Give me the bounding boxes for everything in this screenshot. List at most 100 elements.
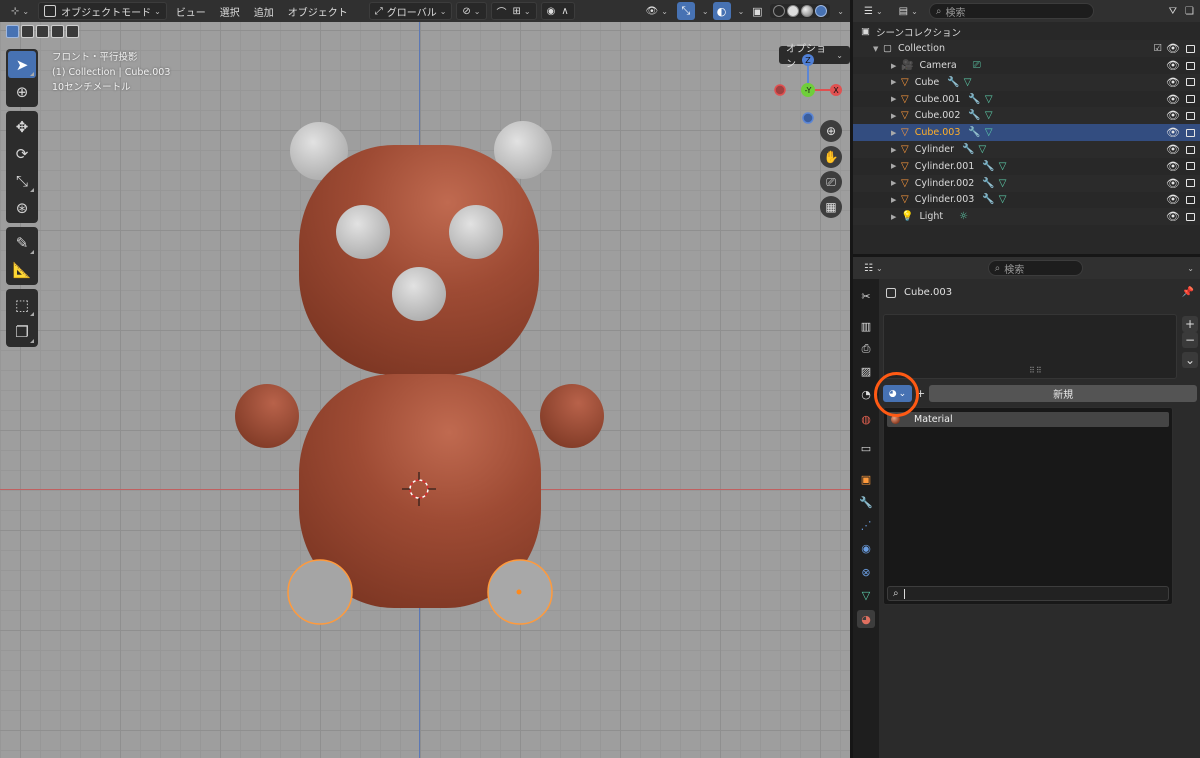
visibility-dropdown[interactable]: 👁 ⌄: [640, 2, 672, 20]
eye-icon[interactable]: 👁: [1166, 42, 1180, 55]
outliner-item[interactable]: ▶ ▽ Cube.003 🔧 ▽ 👁: [853, 124, 1200, 142]
wireframe-shading-icon[interactable]: [773, 5, 786, 17]
head[interactable]: [299, 145, 539, 375]
expand-icon[interactable]: ▶: [891, 112, 901, 120]
add-cube-tool[interactable]: ⬚: [8, 291, 36, 318]
outliner-item[interactable]: ▶ 💡 Light ☼ 👁: [853, 208, 1200, 226]
camera-view-button[interactable]: ⎚: [820, 171, 842, 193]
outliner-item[interactable]: ▶ ▽ Cube 🔧 ▽ 👁: [853, 73, 1200, 91]
display-mode-dropdown[interactable]: ▤ ⌄: [894, 2, 923, 20]
pivot-dropdown[interactable]: ⊘ ⌄: [456, 2, 487, 20]
tab-scene[interactable]: ◔: [857, 385, 875, 403]
render-camera-icon[interactable]: [1186, 195, 1195, 204]
mode-dropdown[interactable]: オブジェクトモード ⌄: [38, 2, 167, 20]
render-camera-icon[interactable]: [1186, 78, 1195, 87]
expand-icon[interactable]: ▶: [891, 196, 901, 204]
3d-viewport[interactable]: フロント・平行投影 (1) Collection | Cube.003 10セン…: [0, 22, 850, 758]
outliner-item[interactable]: ▶ ▽ Cylinder.001 🔧 ▽ 👁: [853, 158, 1200, 175]
xray-toggle[interactable]: ▣: [748, 2, 766, 20]
eye-icon[interactable]: 👁: [1166, 143, 1180, 156]
eye-icon[interactable]: 👁: [1166, 160, 1180, 173]
material-search-input[interactable]: ⌕: [887, 586, 1169, 601]
left-arm[interactable]: [235, 384, 299, 448]
expand-icon[interactable]: ▶: [891, 146, 901, 154]
tab-output[interactable]: ⎙: [857, 340, 875, 358]
tab-collection[interactable]: ▭: [857, 439, 875, 457]
mesh-data-icon[interactable]: ▽: [999, 194, 1007, 205]
cursor-tool[interactable]: ⊕: [8, 78, 36, 105]
tab-render[interactable]: ▥: [857, 317, 875, 335]
chevron-down-icon[interactable]: ⌄: [738, 7, 745, 16]
expand-icon[interactable]: ▶: [891, 179, 901, 187]
outliner-search-input[interactable]: ⌕ 検索: [928, 3, 1094, 19]
render-camera-icon[interactable]: [1186, 145, 1195, 154]
render-camera-icon[interactable]: [1186, 179, 1195, 188]
tab-data[interactable]: ▽: [857, 586, 875, 604]
resize-grip-icon[interactable]: ⠿⠿: [1029, 366, 1043, 375]
rendered-shading-icon[interactable]: [815, 5, 828, 17]
select-extend-icon[interactable]: [21, 25, 34, 38]
mesh-data-icon[interactable]: ▽: [999, 178, 1007, 189]
render-camera-icon[interactable]: [1186, 111, 1195, 120]
eye-icon[interactable]: 👁: [1166, 193, 1180, 206]
measure-tool[interactable]: 📐: [8, 256, 36, 283]
ortho-toggle-button[interactable]: ▦: [820, 196, 842, 218]
eye-icon[interactable]: 👁: [1166, 210, 1180, 223]
eye-icon[interactable]: 👁: [1166, 177, 1180, 190]
outliner-item[interactable]: ▶ 🎥 Camera ⎚ 👁: [853, 57, 1200, 74]
pan-button[interactable]: ✋: [820, 146, 842, 168]
mesh-data-icon[interactable]: ▽: [979, 144, 987, 155]
render-camera-icon[interactable]: [1186, 212, 1195, 221]
outliner-item[interactable]: ▶ ▽ Cylinder.003 🔧 ▽ 👁: [853, 191, 1200, 208]
duplicate-tool[interactable]: ❐: [8, 318, 36, 345]
snap-group[interactable]: ⌒ ⊞ ⌄: [490, 2, 537, 20]
modifier-icon[interactable]: 🔧: [962, 144, 974, 155]
properties-editor-type[interactable]: ☷ ⌄: [859, 259, 888, 277]
remove-slot-button[interactable]: −: [1182, 332, 1198, 348]
modifier-icon[interactable]: 🔧: [982, 161, 994, 172]
eye-icon[interactable]: 👁: [1166, 109, 1180, 122]
left-eye[interactable]: [336, 205, 390, 259]
transform-orientation-dropdown[interactable]: ⤢ グローバル ⌄: [368, 2, 453, 20]
move-tool[interactable]: ✥: [8, 113, 36, 140]
eye-icon[interactable]: 👁: [1166, 59, 1180, 72]
right-eye[interactable]: [449, 205, 503, 259]
tab-object[interactable]: ▣: [857, 470, 875, 488]
add-slot-button[interactable]: +: [1182, 316, 1198, 332]
left-foot[interactable]: [287, 559, 353, 625]
eye-icon[interactable]: 👁: [1166, 93, 1180, 106]
select-box-tool[interactable]: ➤: [8, 51, 36, 78]
tab-particles[interactable]: ⋰: [857, 516, 875, 534]
rotate-tool[interactable]: ⟳: [8, 140, 36, 167]
render-camera-icon[interactable]: [1186, 95, 1195, 104]
tab-modifiers[interactable]: 🔧: [857, 493, 875, 511]
expand-icon[interactable]: ▶: [891, 78, 901, 86]
render-camera-icon[interactable]: [1186, 162, 1195, 171]
zoom-button[interactable]: ⊕: [820, 120, 842, 142]
select-invert-icon[interactable]: [51, 25, 64, 38]
annotate-tool[interactable]: ✎: [8, 229, 36, 256]
material-slot-list[interactable]: ⠿⠿: [883, 314, 1177, 379]
right-arm[interactable]: [540, 384, 604, 448]
new-collection-icon[interactable]: ❏: [1185, 6, 1194, 17]
light-data-icon[interactable]: ☼: [959, 211, 968, 222]
modifier-icon[interactable]: 🔧: [968, 94, 980, 105]
outliner-editor-type[interactable]: ☰ ⌄: [859, 2, 888, 20]
outliner-scene-collection[interactable]: ▣ シーンコレクション: [853, 23, 1200, 40]
material-list-item[interactable]: Material: [887, 412, 1169, 427]
select-subtract-icon[interactable]: [36, 25, 49, 38]
menu-view[interactable]: ビュー: [171, 2, 211, 20]
new-material-button[interactable]: 新規: [929, 385, 1197, 402]
render-camera-icon[interactable]: [1186, 44, 1195, 53]
mesh-data-icon[interactable]: ▽: [985, 127, 993, 138]
solid-shading-icon[interactable]: [787, 5, 800, 17]
scale-tool[interactable]: ⤡: [8, 167, 36, 194]
expand-icon[interactable]: ▼: [873, 45, 883, 53]
editor-type-button[interactable]: ⊹ ⌄: [6, 2, 34, 20]
render-camera-icon[interactable]: [1186, 128, 1195, 137]
expand-icon[interactable]: ▶: [891, 62, 901, 70]
tab-constraints[interactable]: ⊗: [857, 563, 875, 581]
eye-icon[interactable]: 👁: [1166, 126, 1180, 139]
outliner-item[interactable]: ▶ ▽ Cylinder 🔧 ▽ 👁: [853, 141, 1200, 158]
gizmo-toggle[interactable]: ⤡: [676, 2, 695, 20]
